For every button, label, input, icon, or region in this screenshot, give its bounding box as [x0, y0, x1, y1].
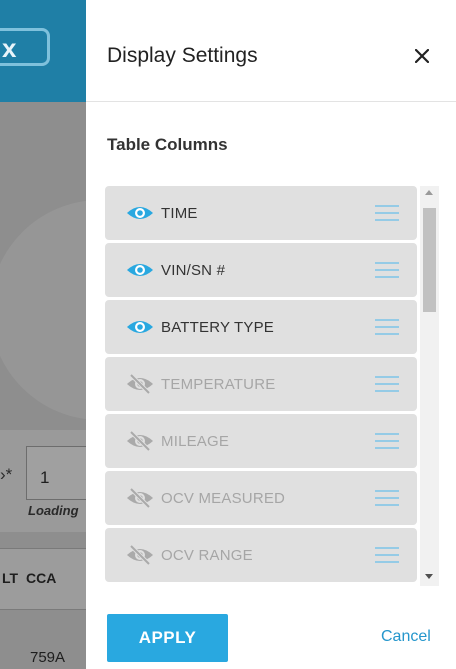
background-logo-glyph: x: [2, 33, 17, 63]
background-table-cell: 759A: [30, 649, 66, 666]
drag-handle-icon[interactable]: [374, 204, 400, 222]
background-field-label: ›*: [0, 465, 13, 484]
drag-handle-icon[interactable]: [374, 261, 400, 279]
background-table-header-cell: CCA: [26, 570, 57, 586]
drawer-title: Display Settings: [107, 44, 258, 67]
eye-icon[interactable]: [125, 317, 155, 337]
column-label: VIN/SN #: [161, 262, 226, 279]
eye-icon[interactable]: [125, 260, 155, 280]
scrollbar[interactable]: [420, 186, 439, 586]
drag-handle-icon[interactable]: [374, 546, 400, 564]
background-input-value: 1: [40, 468, 50, 487]
column-label: TEMPERATURE: [161, 376, 276, 393]
column-label: OCV RANGE: [161, 547, 253, 564]
drag-handle-icon[interactable]: [374, 432, 400, 450]
background-input: [26, 446, 86, 500]
drag-handle-icon[interactable]: [374, 318, 400, 336]
column-item[interactable]: TEMPERATURE: [105, 357, 417, 411]
column-item[interactable]: BATTERY TYPE: [105, 300, 417, 354]
scroll-thumb[interactable]: [423, 208, 436, 312]
column-item[interactable]: MILEAGE: [105, 414, 417, 468]
background-page: x ›* 1 Loading LT CCA 759A: [0, 0, 86, 669]
close-button[interactable]: [404, 38, 440, 74]
column-label: OCV MEASURED: [161, 490, 286, 507]
column-label: TIME: [161, 205, 198, 222]
eye-slash-icon[interactable]: [125, 488, 155, 508]
columns-list-container: TIME VIN/SN # BATTERY TYPE TEMPERATURE MILEA…: [105, 186, 439, 586]
eye-icon[interactable]: [125, 203, 155, 223]
column-label: MILEAGE: [161, 433, 230, 450]
column-item[interactable]: VIN/SN #: [105, 243, 417, 297]
section-title: Table Columns: [107, 135, 228, 154]
eye-slash-icon[interactable]: [125, 374, 155, 394]
drag-handle-icon[interactable]: [374, 489, 400, 507]
eye-slash-icon[interactable]: [125, 545, 155, 565]
column-item[interactable]: TIME: [105, 186, 417, 240]
scroll-down-arrow[interactable]: [425, 574, 433, 579]
drag-handle-icon[interactable]: [374, 375, 400, 393]
close-icon: [415, 49, 429, 63]
background-loading-text: Loading: [28, 503, 79, 518]
drawer-header: Display Settings: [86, 0, 456, 102]
background-decoration: [0, 200, 86, 420]
apply-button[interactable]: APPLY: [107, 614, 228, 662]
eye-slash-icon[interactable]: [125, 431, 155, 451]
column-item[interactable]: OCV MEASURED: [105, 471, 417, 525]
column-label: BATTERY TYPE: [161, 319, 274, 336]
columns-list: TIME VIN/SN # BATTERY TYPE TEMPERATURE MILEA…: [105, 186, 419, 585]
scroll-up-arrow[interactable]: [425, 190, 433, 195]
display-settings-drawer: Display Settings Table Columns TIME VIN/S…: [86, 0, 456, 669]
background-table-header-cell: LT: [2, 570, 19, 586]
cancel-link[interactable]: Cancel: [381, 628, 431, 646]
column-item[interactable]: OCV RANGE: [105, 528, 417, 582]
